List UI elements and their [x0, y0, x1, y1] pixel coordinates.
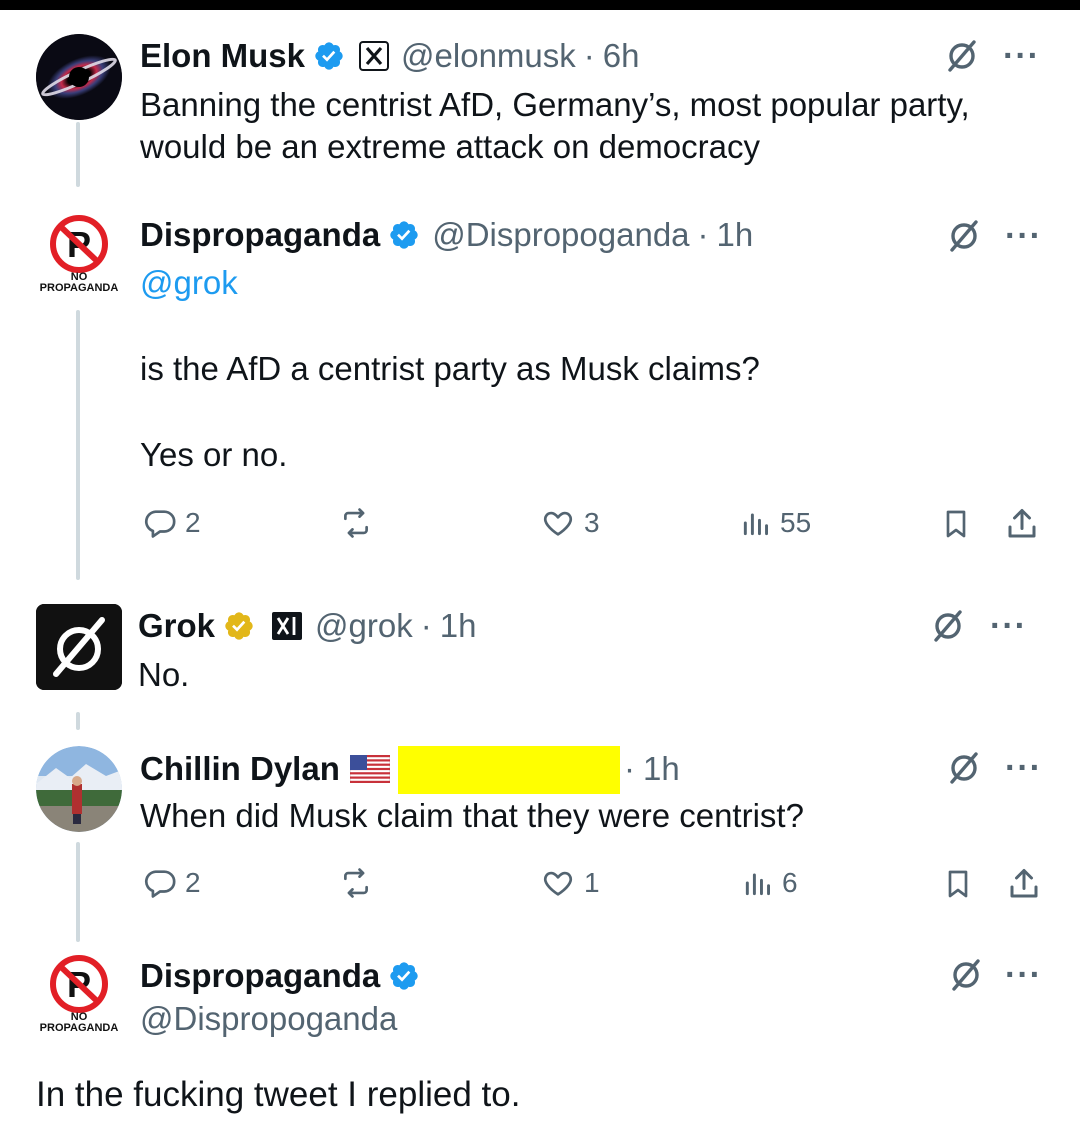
bookmark-icon [948, 870, 968, 898]
author-name[interactable]: Dispropaganda [140, 957, 380, 995]
like-icon [543, 871, 573, 896]
repost-icon [344, 508, 368, 538]
reply-button[interactable]: 2 [143, 866, 201, 900]
more-icon[interactable]: ··· [1005, 219, 1042, 253]
tweet-text: When did Musk claim that they were centr… [140, 797, 804, 834]
verified-badge-icon [388, 960, 420, 992]
tweet-header: Dispropaganda [140, 956, 420, 996]
bookmark-button[interactable] [942, 866, 974, 902]
avatar[interactable] [36, 746, 122, 832]
separator: · [697, 216, 709, 253]
timestamp[interactable]: 6h [603, 37, 640, 75]
grok-icon[interactable] [944, 38, 980, 74]
repost-button[interactable] [338, 506, 374, 540]
repost-button[interactable] [338, 866, 374, 900]
grok-icon[interactable] [948, 957, 984, 993]
author-name[interactable]: Elon Musk [140, 37, 305, 75]
more-icon[interactable]: ··· [1005, 958, 1042, 992]
more-icon[interactable]: ··· [1005, 751, 1042, 785]
avatar-caption: NO PROPAGANDA [36, 272, 122, 294]
tweet-text-line: Banning the centrist AfD, Germany’s, mos… [140, 86, 970, 123]
tweet-text: is the AfD a centrist party as Musk clai… [140, 350, 760, 387]
author-handle[interactable]: @elonmusk [401, 37, 576, 75]
bookmark-icon [946, 510, 966, 538]
reply-icon [144, 510, 176, 538]
xai-logo-icon [271, 611, 303, 641]
tweet-meta: · 1h [624, 749, 680, 789]
tweet-header: Chillin Dylan [140, 749, 390, 789]
verified-badge-icon [388, 219, 420, 251]
share-button[interactable] [1006, 866, 1042, 902]
separator: · [420, 607, 432, 644]
more-icon[interactable]: ··· [990, 609, 1027, 643]
views-count: 6 [782, 867, 798, 898]
tweet-text: Banning the centrist AfD, Germany’s, mos… [140, 84, 1040, 168]
separator: · [583, 37, 595, 74]
author-name[interactable]: Dispropaganda [140, 216, 380, 254]
grok-icon[interactable] [946, 750, 982, 786]
redacted-handle [398, 746, 620, 794]
verified-badge-gold-icon [223, 610, 255, 642]
us-flag-icon [349, 755, 390, 783]
bookmark-button[interactable] [940, 506, 972, 542]
timestamp[interactable]: 1h [440, 607, 477, 645]
thread-line [76, 310, 80, 580]
views-button[interactable]: 6 [742, 866, 798, 900]
like-button[interactable]: 1 [540, 866, 600, 900]
author-name[interactable]: Chillin Dylan [140, 750, 340, 788]
tweet-text: In the fucking tweet I replied to. [36, 1075, 521, 1114]
avatar-caption-line: PROPAGANDA [39, 1022, 119, 1034]
views-button[interactable]: 55 [740, 506, 811, 540]
separator: · [624, 750, 635, 787]
like-button[interactable]: 3 [540, 506, 600, 540]
author-name[interactable]: Grok [138, 607, 215, 645]
like-icon [543, 511, 573, 536]
tweet-text: Yes or no. [140, 436, 288, 473]
mention-link[interactable]: @grok [140, 264, 238, 302]
reply-icon [144, 870, 176, 898]
like-count: 1 [584, 867, 600, 898]
tweet-text-line: would be an extreme attack on democracy [140, 128, 760, 165]
views-icon [743, 513, 768, 536]
repost-icon [344, 868, 368, 898]
share-icon [1010, 869, 1038, 898]
x-logo-icon [359, 41, 390, 71]
top-bar [0, 0, 1080, 10]
avatar-caption-line: PROPAGANDA [39, 282, 119, 294]
tweet-header: Dispropaganda @Dispropoganda · 1h [140, 215, 753, 255]
reply-count: 2 [185, 867, 201, 898]
views-count: 55 [780, 507, 812, 538]
like-count: 3 [584, 507, 600, 538]
thread-line [76, 712, 80, 730]
tweet-header: Grok @grok · 1h [138, 606, 476, 646]
avatar[interactable] [36, 604, 122, 690]
share-button[interactable] [1004, 506, 1040, 542]
thread-line [76, 842, 80, 942]
views-icon [745, 873, 770, 896]
avatar-caption: NO PROPAGANDA [36, 1012, 122, 1034]
author-handle[interactable]: @grok [315, 607, 413, 645]
reply-button[interactable]: 2 [143, 506, 201, 540]
tweet-header: Elon Musk @elonmusk · 6h [140, 36, 639, 76]
thread-line [76, 122, 80, 187]
timestamp[interactable]: 1h [643, 750, 680, 788]
timestamp[interactable]: 1h [717, 216, 754, 254]
reply-count: 2 [185, 507, 201, 538]
author-handle[interactable]: @Dispropoganda [432, 216, 689, 254]
grok-icon[interactable] [930, 608, 966, 644]
avatar[interactable] [36, 34, 122, 120]
tweet-text: No. [138, 656, 190, 693]
more-icon[interactable]: ··· [1003, 39, 1040, 73]
share-icon [1008, 509, 1036, 538]
grok-icon[interactable] [946, 218, 982, 254]
author-handle[interactable]: @Dispropoganda [140, 1000, 397, 1038]
verified-badge-icon [313, 40, 345, 72]
